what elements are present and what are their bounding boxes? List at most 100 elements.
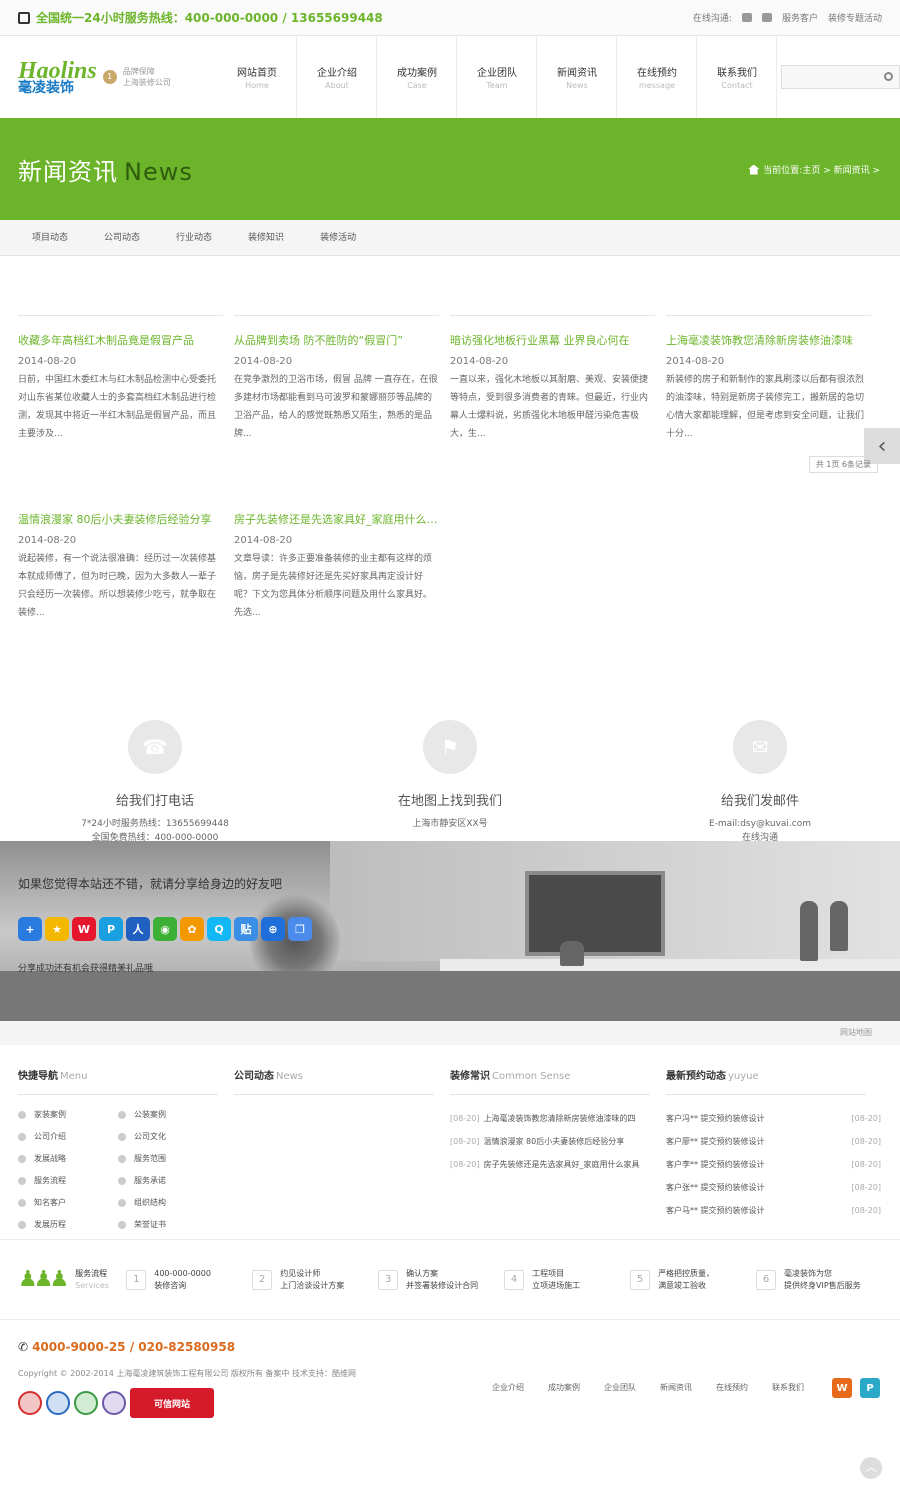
news-title[interactable]: 收藏多年高档红木制品竟是假冒产品 xyxy=(18,332,223,348)
service-link[interactable]: 服务客户 xyxy=(782,11,818,24)
news-summary: 文章导读：许多正要准备装修的业主都有这样的烦恼，房子是先装修好还是先买好家具再定… xyxy=(234,554,433,618)
logo[interactable]: Haolins 毫凌装饰 1 品牌保障 上海装修公司 xyxy=(18,59,215,95)
contact-email: ✉ 给我们发邮件 E-mail:dsy@kuvai.com 在线沟通 xyxy=(640,720,880,845)
order-item[interactable]: 客户廖** 提交预约装修设计 [08-20] xyxy=(666,1130,881,1153)
news-card: 上海毫凌装饰教您清除新房装修油漆味 2014-08-20 新装修的房子和新制作的… xyxy=(666,332,871,443)
copy-icon[interactable]: ❐ xyxy=(288,917,312,941)
activity-link[interactable]: 装修专题活动 xyxy=(828,11,882,24)
back-to-top-button[interactable]: ︿ xyxy=(860,1457,882,1479)
security-badge-icon[interactable] xyxy=(102,1391,126,1415)
baidu-icon[interactable]: ⊕ xyxy=(261,917,285,941)
weibo-icon[interactable]: W xyxy=(832,1378,852,1398)
message-icon[interactable] xyxy=(761,13,772,22)
news-date: 2014-08-20 xyxy=(666,356,725,367)
footer-links: 企业介绍 成功案例 企业团队 新闻资讯 在线预约 联系我们 xyxy=(480,1382,816,1393)
quick-link[interactable]: 服务范围 xyxy=(118,1153,218,1164)
share-more-icon[interactable]: + xyxy=(18,917,42,941)
sitemap-link[interactable]: 网站地图 xyxy=(840,1027,872,1038)
news-title[interactable]: 从品牌到卖场 防不胜防的“假冒门” xyxy=(234,332,439,348)
order-item[interactable]: 客户冯** 提交预约装修设计 [08-20] xyxy=(666,1107,881,1130)
order-item[interactable]: 客户马** 提交预约装修设计 [08-20] xyxy=(666,1199,881,1222)
search-box xyxy=(781,65,900,89)
footer-link[interactable]: 联系我们 xyxy=(760,1382,816,1393)
chevron-left-icon: ‹ xyxy=(877,433,887,459)
tab-activity[interactable]: 装修活动 xyxy=(302,220,374,255)
footer-link[interactable]: 新闻资讯 xyxy=(648,1382,704,1393)
nav-contact[interactable]: 联系我们 Contact xyxy=(697,36,778,118)
category-tabs: 项目动态 公司动态 行业动态 装修知识 装修活动 xyxy=(0,220,900,256)
sitemap-bar: 网站地图 xyxy=(0,1021,900,1045)
flag-icon: ⚑ xyxy=(423,720,477,774)
tieba-icon[interactable]: 贴 xyxy=(234,917,258,941)
news-title[interactable]: 温情浪漫家 80后小夫妻装修后经验分享 xyxy=(18,511,223,527)
tab-project[interactable]: 项目动态 xyxy=(14,220,86,255)
logo-cn: 毫凌装饰 xyxy=(18,80,74,96)
footer-link[interactable]: 企业团队 xyxy=(592,1382,648,1393)
wechat-icon[interactable]: ◉ xyxy=(153,917,177,941)
news-title[interactable]: 暗访强化地板行业黑幕 业界良心何在 xyxy=(450,332,655,348)
search-icon[interactable] xyxy=(884,72,893,81)
news-title[interactable]: 上海毫凌装饰教您清除新房装修油漆味 xyxy=(666,332,871,348)
share-note: 分享成功还有机会获得精美礼品哦 xyxy=(18,964,154,974)
home-icon xyxy=(748,164,760,175)
search-input[interactable] xyxy=(782,66,899,88)
kaixin-icon[interactable]: ✿ xyxy=(180,917,204,941)
sense-item[interactable]: [08-20] 温情浪漫家 80后小夫妻装修后经验分享 xyxy=(450,1130,650,1153)
quick-link[interactable]: 荣誉证书 xyxy=(118,1219,218,1230)
contact-map: ⚑ 在地图上找到我们 上海市静安区XX号 xyxy=(330,720,570,831)
trusted-site-badge[interactable]: 可信网站 xyxy=(130,1388,214,1418)
quick-link[interactable]: 组织结构 xyxy=(118,1197,218,1208)
quick-link[interactable]: 公司介绍 xyxy=(18,1131,118,1142)
share-heading: 如果您觉得本站还不错，就请分享给身边的好友吧 xyxy=(18,877,283,891)
quick-link[interactable]: 发展历程 xyxy=(18,1219,118,1230)
quick-link[interactable]: 发展战略 xyxy=(18,1153,118,1164)
tencent-weibo-icon[interactable]: P xyxy=(860,1378,880,1398)
breadcrumb[interactable]: 当前位置:主页 > 新闻资讯 > xyxy=(748,163,880,176)
nav-home[interactable]: 网站首页 Home xyxy=(217,36,298,118)
order-item[interactable]: 客户张** 提交预约装修设计 [08-20] xyxy=(666,1176,881,1199)
credit-badge-icon[interactable] xyxy=(74,1391,98,1415)
quick-link[interactable]: 服务流程 xyxy=(18,1175,118,1186)
qq-icon[interactable] xyxy=(741,13,752,22)
nav-team[interactable]: 企业团队 Team xyxy=(457,36,538,118)
footer-link[interactable]: 在线预约 xyxy=(704,1382,760,1393)
quick-link[interactable]: 知名客户 xyxy=(18,1197,118,1208)
quick-link[interactable]: 公装案例 xyxy=(118,1109,218,1120)
news-summary: 在竞争激烈的卫浴市场，假冒 品牌 一直存在，在很多建材市场都能看到马可波罗和蒙娜… xyxy=(234,375,438,439)
contact-heading: 在地图上找到我们 xyxy=(397,794,502,809)
hotline: 全国统一24小时服务热线：400-000-0000 / 13655699448 xyxy=(18,9,383,26)
cert-badge-icon[interactable] xyxy=(46,1391,70,1415)
process-step: 1 400-000-0000 装修咨询 xyxy=(126,1268,252,1292)
news-title[interactable]: 房子先装修还是先选家具好_家庭用什么家具 xyxy=(234,511,439,527)
nav-message[interactable]: 在线预约 message xyxy=(617,36,698,118)
contact-heading: 给我们发邮件 xyxy=(720,794,799,809)
quick-nav: 快捷导航 Menu 家装案例 公装案例 公司介绍 公司文化 发展战略 服务范围 服… xyxy=(18,1067,218,1230)
tencent-weibo-icon[interactable]: P xyxy=(99,917,123,941)
news-date: 2014-08-20 xyxy=(234,535,293,546)
nav-case[interactable]: 成功案例 Case xyxy=(377,36,458,118)
qq-share-icon[interactable]: Q xyxy=(207,917,231,941)
order-item[interactable]: 客户李** 提交预约装修设计 [08-20] xyxy=(666,1153,881,1176)
footer-columns: 快捷导航 Menu 家装案例 公装案例 公司介绍 公司文化 发展战略 服务范围 服… xyxy=(0,1045,900,1240)
police-badge-icon[interactable] xyxy=(18,1391,42,1415)
qzone-icon[interactable]: ★ xyxy=(45,917,69,941)
nav-about[interactable]: 企业介绍 About xyxy=(297,36,378,118)
main-nav: 网站首页 Home 企业介绍 About 成功案例 Case 企业团队 Team 新闻资… xyxy=(217,36,778,118)
news-summary: 日前，中国红木委红木与红木制品检测中心受委托对山东省某位收藏人士的多套高档红木制… xyxy=(18,375,217,439)
process-step: 4 工程项目 立项进场施工 xyxy=(504,1268,630,1292)
quick-link[interactable]: 公司文化 xyxy=(118,1131,218,1142)
tab-knowledge[interactable]: 装修知识 xyxy=(230,220,302,255)
quick-link[interactable]: 服务承诺 xyxy=(118,1175,218,1186)
sense-item[interactable]: [08-20] 房子先装修还是先选家具好_家庭用什么家具 xyxy=(450,1153,650,1176)
sense-item[interactable]: [08-20] 上海毫凌装饰教您清除新房装修油漆味的四 xyxy=(450,1107,650,1130)
nav-news[interactable]: 新闻资讯 News xyxy=(537,36,618,118)
news-date: 2014-08-20 xyxy=(450,356,509,367)
renren-icon[interactable]: 人 xyxy=(126,917,150,941)
footer-link[interactable]: 企业介绍 xyxy=(480,1382,536,1393)
quick-link[interactable]: 家装案例 xyxy=(18,1109,118,1120)
footer-link[interactable]: 成功案例 xyxy=(536,1382,592,1393)
tab-company[interactable]: 公司动态 xyxy=(86,220,158,255)
tab-industry[interactable]: 行业动态 xyxy=(158,220,230,255)
chevron-up-icon: ︿ xyxy=(864,1460,877,1474)
weibo-icon[interactable]: W xyxy=(72,917,96,941)
